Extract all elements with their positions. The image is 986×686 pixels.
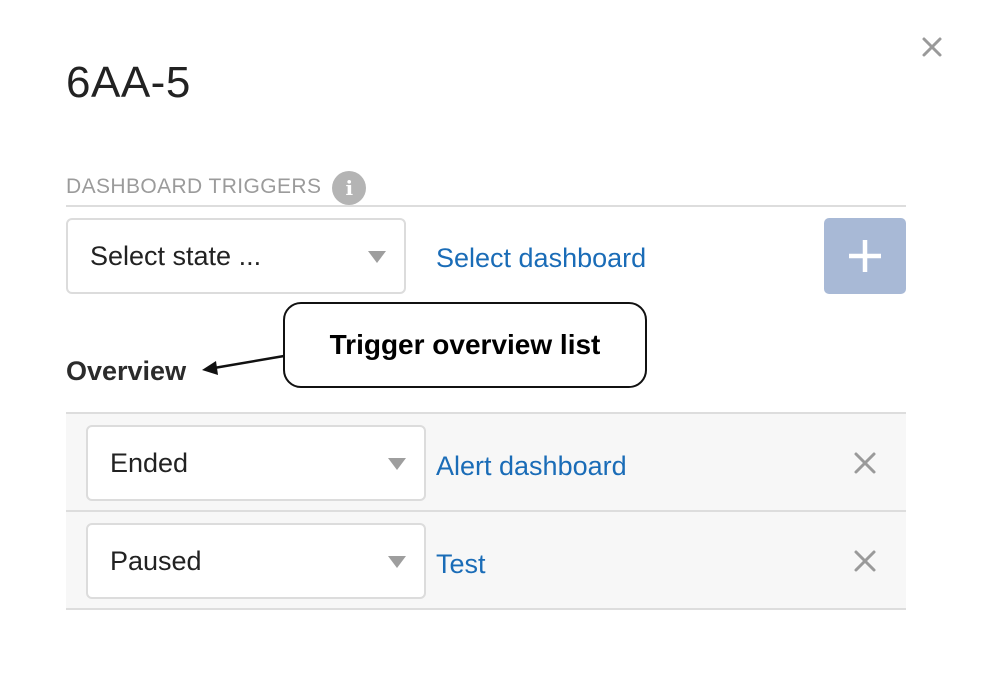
close-button[interactable]: [918, 33, 946, 61]
state-select[interactable]: Select state ...: [66, 218, 406, 294]
chevron-down-icon: [388, 556, 406, 568]
close-icon: [854, 452, 876, 474]
chevron-down-icon: [388, 458, 406, 470]
section-label: DASHBOARD TRIGGERS: [66, 175, 322, 198]
select-dashboard-link[interactable]: Select dashboard: [436, 241, 646, 275]
trigger-state-value: Paused: [110, 545, 202, 576]
add-trigger-button[interactable]: [824, 218, 906, 294]
trigger-row: Ended Alert dashboard: [66, 414, 906, 512]
close-icon: [922, 37, 942, 57]
trigger-overview-list: Ended Alert dashboard Paused Test: [66, 412, 906, 610]
info-icon[interactable]: i: [332, 171, 367, 205]
remove-trigger-button[interactable]: [850, 448, 880, 478]
annotation-callout: Trigger overview list: [283, 302, 647, 388]
trigger-dashboard-link[interactable]: Test: [436, 547, 486, 581]
dialog-title: 6AA-5: [66, 58, 191, 107]
trigger-row: Paused Test: [66, 512, 906, 610]
plus-icon: [849, 240, 881, 272]
close-icon: [854, 550, 876, 572]
trigger-dialog: 6AA-5 DASHBOARD TRIGGERS i Select state …: [0, 0, 986, 686]
trigger-state-select[interactable]: Ended: [86, 425, 426, 501]
overview-heading: Overview: [66, 356, 187, 386]
dashboard-triggers-header: DASHBOARD TRIGGERS i: [66, 171, 906, 207]
trigger-dashboard-link[interactable]: Alert dashboard: [436, 449, 627, 483]
trigger-state-select[interactable]: Paused: [86, 523, 426, 599]
trigger-state-value: Ended: [110, 447, 189, 478]
chevron-down-icon: [368, 251, 386, 263]
remove-trigger-button[interactable]: [850, 546, 880, 576]
state-select-value: Select state ...: [90, 240, 262, 271]
